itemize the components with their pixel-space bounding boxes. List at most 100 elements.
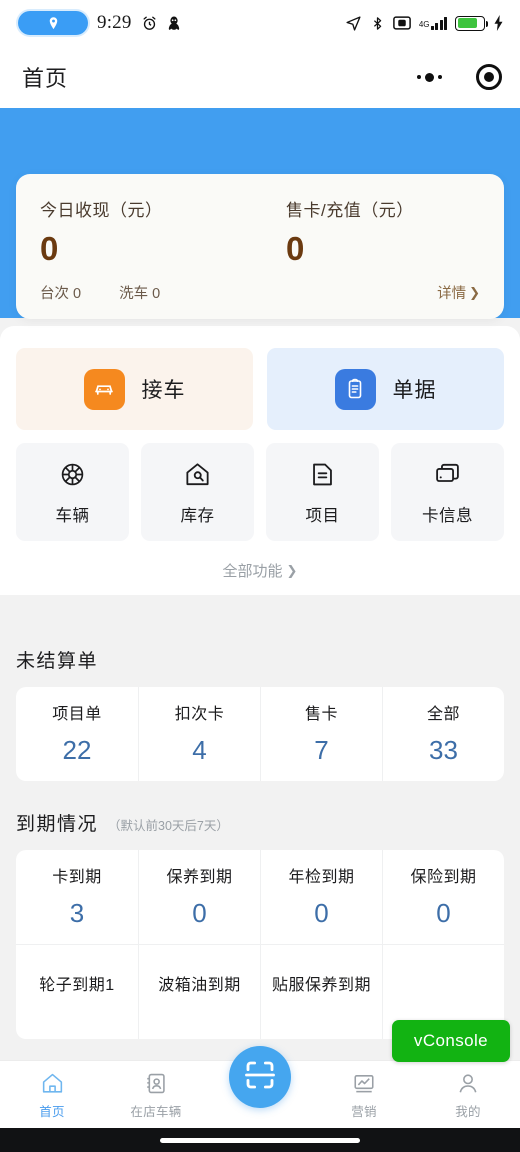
close-target-icon[interactable]	[476, 64, 502, 90]
stat-label: 年检到期	[288, 869, 355, 886]
unsettled-cell-deduction-card[interactable]: 扣次卡 4	[138, 687, 260, 781]
summary-card-value: 0	[286, 230, 305, 267]
app-screen: 9:29 4G 首页 接车 单据 车辆 库存 项目 卡信息 全部功能 ❯ 今日收…	[0, 0, 520, 1152]
status-bar: 9:29 4G	[0, 0, 520, 46]
car-icon	[83, 368, 125, 410]
scan-fab-button[interactable]	[229, 1046, 291, 1108]
network-type-label: 4G	[418, 19, 430, 29]
summary-detail-link[interactable]: 详情 ❯	[437, 282, 480, 303]
tab-label: 在店车辆	[130, 1105, 182, 1119]
expiry-cell-card[interactable]: 卡到期 3	[16, 850, 138, 944]
stat-label: 贴服保养到期	[271, 977, 371, 994]
summary-cash: 今日收现（元） 0	[40, 196, 260, 265]
primary-actions: 接车 单据	[16, 348, 504, 430]
vconsole-button[interactable]: vConsole	[391, 1020, 510, 1062]
expiry-cell-tires[interactable]: 轮子到期1	[16, 945, 138, 1039]
expiry-title: 到期情况	[16, 814, 99, 835]
expiry-card: 卡到期 3 保养到期 0 年检到期 0 保险到期 0 轮子到期1 波箱油到期 贴…	[16, 850, 504, 1039]
tab-vehicles-in-shop[interactable]: 在店车辆	[104, 1069, 208, 1120]
charging-bolt-icon	[493, 15, 504, 31]
stat-label: 卡到期	[52, 869, 102, 886]
nav-header: 首页	[0, 46, 520, 108]
summary-card-sales: 售卡/充值（元） 0	[260, 196, 480, 265]
stat-label: 保险到期	[410, 869, 477, 886]
summary-card: 今日收现（元） 0 售卡/充值（元） 0 台次 0 洗车 0 详情 ❯	[16, 174, 504, 319]
content-sections: 未结算单 项目单 22 扣次卡 4 售卡 7 全部 33 到期情况 （默认前30…	[0, 620, 520, 1060]
summary-detail-label: 详情	[437, 286, 467, 302]
screenshot-icon	[392, 16, 411, 30]
signal-icon: 4G	[418, 16, 447, 30]
expiry-cell-insurance[interactable]: 保险到期 0	[382, 850, 504, 944]
expiry-cell-film-maintenance[interactable]: 贴服保养到期	[260, 945, 382, 1039]
expiry-cell-gearbox-oil[interactable]: 波箱油到期	[138, 945, 260, 1039]
person-icon	[455, 1069, 481, 1096]
summary-visits: 台次 0	[40, 286, 82, 302]
unsettled-title: 未结算单	[16, 651, 99, 672]
card-stack-icon	[432, 458, 464, 490]
stat-label: 保养到期	[166, 869, 233, 886]
location-pill-icon	[18, 11, 88, 35]
status-bar-right: 4G	[345, 15, 504, 32]
primary-action-orders[interactable]: 单据	[267, 348, 504, 430]
page-title: 首页	[22, 66, 69, 91]
secondary-action-card-info[interactable]: 卡信息	[391, 443, 504, 541]
chevron-right-icon: ❯	[469, 285, 480, 300]
secondary-action-vehicles[interactable]: 车辆	[16, 443, 129, 541]
contact-card-icon	[143, 1069, 169, 1096]
secondary-action-inventory[interactable]: 库存	[141, 443, 254, 541]
all-functions-label: 全部功能	[222, 563, 283, 580]
tab-marketing[interactable]: 营销	[312, 1069, 416, 1120]
all-functions-link[interactable]: 全部功能 ❯	[16, 560, 504, 581]
stat-label: 波箱油到期	[158, 977, 241, 994]
tab-profile[interactable]: 我的	[416, 1069, 520, 1120]
summary-metrics: 今日收现（元） 0 售卡/充值（元） 0	[40, 196, 480, 265]
warehouse-icon	[182, 458, 214, 490]
qq-penguin-icon	[167, 15, 181, 32]
unsettled-header: 未结算单	[16, 646, 504, 673]
secondary-action-projects[interactable]: 项目	[266, 443, 379, 541]
primary-action-label: 单据	[392, 379, 437, 402]
expiry-row-1: 卡到期 3 保养到期 0 年检到期 0 保险到期 0	[16, 850, 504, 944]
secondary-action-label: 库存	[180, 507, 215, 525]
alarm-icon	[141, 15, 158, 32]
unsettled-section: 未结算单 项目单 22 扣次卡 4 售卡 7 全部 33	[16, 646, 504, 781]
home-indicator	[0, 1128, 520, 1152]
expiry-cell-annual-inspection[interactable]: 年检到期 0	[260, 850, 382, 944]
miniprogram-capsule[interactable]	[417, 64, 502, 90]
document-icon	[307, 458, 339, 490]
stat-value: 0	[192, 898, 207, 928]
tab-label: 我的	[455, 1105, 481, 1119]
unsettled-cell-card-sales[interactable]: 售卡 7	[260, 687, 382, 781]
stat-value: 3	[69, 898, 85, 928]
stat-value: 0	[314, 898, 329, 928]
expiry-subtitle: （默认前30天后7天）	[108, 819, 229, 833]
stat-label: 轮子到期1	[39, 977, 115, 994]
home-icon	[39, 1069, 66, 1096]
unsettled-cell-project[interactable]: 项目单 22	[16, 687, 138, 781]
unsettled-row: 项目单 22 扣次卡 4 售卡 7 全部 33	[16, 687, 504, 781]
stat-value: 7	[314, 735, 329, 765]
expiry-cell-maintenance[interactable]: 保养到期 0	[138, 850, 260, 944]
secondary-action-label: 项目	[305, 507, 340, 525]
more-menu-icon[interactable]	[417, 72, 442, 82]
stat-label: 项目单	[52, 706, 102, 723]
stat-label: 售卡	[304, 706, 338, 723]
bluetooth-icon	[370, 15, 385, 32]
primary-action-receive-car[interactable]: 接车	[16, 348, 253, 430]
secondary-actions: 车辆 库存 项目 卡信息	[16, 443, 504, 541]
tab-home[interactable]: 首页	[0, 1069, 104, 1120]
secondary-action-label: 车辆	[55, 507, 90, 525]
scan-icon	[242, 1057, 278, 1098]
stat-label: 全部	[426, 706, 460, 723]
wheel-icon	[57, 458, 89, 490]
secondary-action-label: 卡信息	[422, 507, 473, 525]
unsettled-cell-all[interactable]: 全部 33	[382, 687, 504, 781]
tab-label: 首页	[39, 1105, 65, 1119]
expiry-header: 到期情况 （默认前30天后7天）	[16, 809, 504, 836]
primary-action-label: 接车	[141, 379, 186, 402]
summary-footer: 台次 0 洗车 0 详情 ❯	[40, 282, 480, 303]
status-bar-time: 9:29	[97, 12, 132, 33]
summary-cash-label: 今日收现（元）	[40, 201, 163, 220]
status-bar-left: 9:29	[18, 11, 181, 35]
stat-value: 0	[436, 898, 451, 928]
